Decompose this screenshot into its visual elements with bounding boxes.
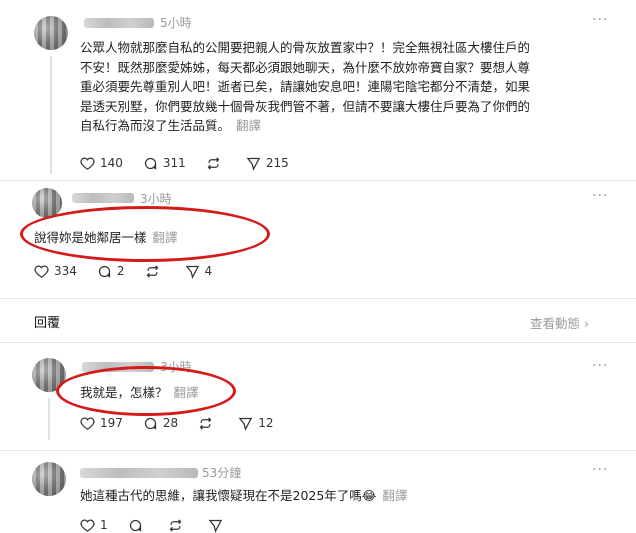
comment-text: 公眾人物就那麼自私的公開要把親人的骨灰放置家中？！完全無視社區大樓住戶的 不安！… <box>80 38 620 136</box>
repost-button[interactable] <box>206 156 226 171</box>
divider <box>0 450 636 451</box>
translate-link[interactable]: 翻譯 <box>236 118 261 133</box>
comment-line: 是透天別墅，你們要放幾十個骨灰我們管不著，但請不要讓大樓住戶要為了你們的 <box>80 98 531 114</box>
divider <box>0 180 636 181</box>
send-icon <box>246 157 260 171</box>
highlight-circle <box>20 206 270 262</box>
comment-icon <box>98 265 111 278</box>
comment-icon <box>144 157 157 170</box>
heart-icon <box>80 157 95 170</box>
username-blurred[interactable] <box>72 193 134 203</box>
like-button[interactable]: 197 <box>80 416 123 431</box>
more-options-icon[interactable]: ··· <box>592 12 608 28</box>
share-button[interactable]: 4 <box>185 264 213 279</box>
divider <box>0 298 636 299</box>
comment-line: 她這種古代的思維，讓我懷疑現在不是2025年了嗎😂 <box>80 488 377 503</box>
send-icon <box>185 265 199 279</box>
share-count: 4 <box>204 264 213 278</box>
like-count: 197 <box>100 416 123 430</box>
send-icon <box>238 417 253 431</box>
comment-icon <box>144 417 157 430</box>
repost-icon <box>207 157 220 170</box>
reply-count: 311 <box>162 156 186 170</box>
repost-icon <box>199 417 212 430</box>
reply-button[interactable]: 311 <box>143 156 186 171</box>
thread-line <box>48 398 50 440</box>
avatar[interactable] <box>34 16 68 50</box>
heart-icon <box>80 417 95 430</box>
divider <box>0 342 636 343</box>
like-button[interactable]: 140 <box>80 156 123 171</box>
avatar[interactable] <box>32 462 66 496</box>
highlight-circle <box>56 366 236 416</box>
like-count: 140 <box>100 156 123 170</box>
reply-count: 28 <box>162 416 179 430</box>
share-count: 215 <box>265 156 289 170</box>
comment-line: 不安！既然那麼愛姊姊，每天都必須跟她聊天，為什麼不放妳帝寶自家？要想人尊 <box>80 59 531 75</box>
timestamp: 3小時 <box>140 192 172 206</box>
timestamp: 5小時 <box>160 16 192 30</box>
more-options-icon[interactable]: ··· <box>592 188 608 204</box>
like-button[interactable]: 334 <box>34 264 77 279</box>
comment-line: 重必須要先尊重別人吧！逝者已矣，請讓她安息吧！連陽宅陰宅都分不清楚，如果 <box>80 79 531 94</box>
username-blurred[interactable] <box>80 468 198 478</box>
comment-text: 她這種古代的思維，讓我懷疑現在不是2025年了嗎😂 翻譯 <box>80 486 407 506</box>
repost-button[interactable] <box>198 416 218 431</box>
reply-button[interactable]: 2 <box>97 264 125 279</box>
like-count: 334 <box>54 264 77 278</box>
heart-icon <box>34 265 49 278</box>
replies-heading: 回覆 <box>34 316 61 331</box>
action-bar: 334 2 4 <box>34 264 232 279</box>
action-bar: 140 311 215 <box>80 156 309 171</box>
comment-line: 自私行為而沒了生活品質。 <box>80 118 231 133</box>
view-activity-link[interactable]: 查看動態 › <box>530 313 589 332</box>
translate-link[interactable]: 翻譯 <box>382 488 407 503</box>
action-bar: 197 28 12 <box>80 416 293 431</box>
more-options-icon[interactable]: ··· <box>592 462 608 478</box>
reply-button[interactable]: 28 <box>143 416 178 431</box>
username-blurred[interactable] <box>84 18 154 28</box>
share-button[interactable]: 12 <box>238 416 273 431</box>
reply-count: 2 <box>116 264 125 278</box>
share-button[interactable]: 215 <box>246 156 289 171</box>
repost-icon <box>146 265 158 278</box>
comment-line: 公眾人物就那麼自私的公開要把親人的骨灰放置家中？！完全無視社區大樓住戶的 <box>80 40 531 55</box>
timestamp: 53分鐘 <box>202 466 242 480</box>
thread-line <box>50 56 52 174</box>
more-options-icon[interactable]: ··· <box>592 358 608 374</box>
share-count: 12 <box>258 416 274 430</box>
repost-button[interactable] <box>145 264 165 279</box>
